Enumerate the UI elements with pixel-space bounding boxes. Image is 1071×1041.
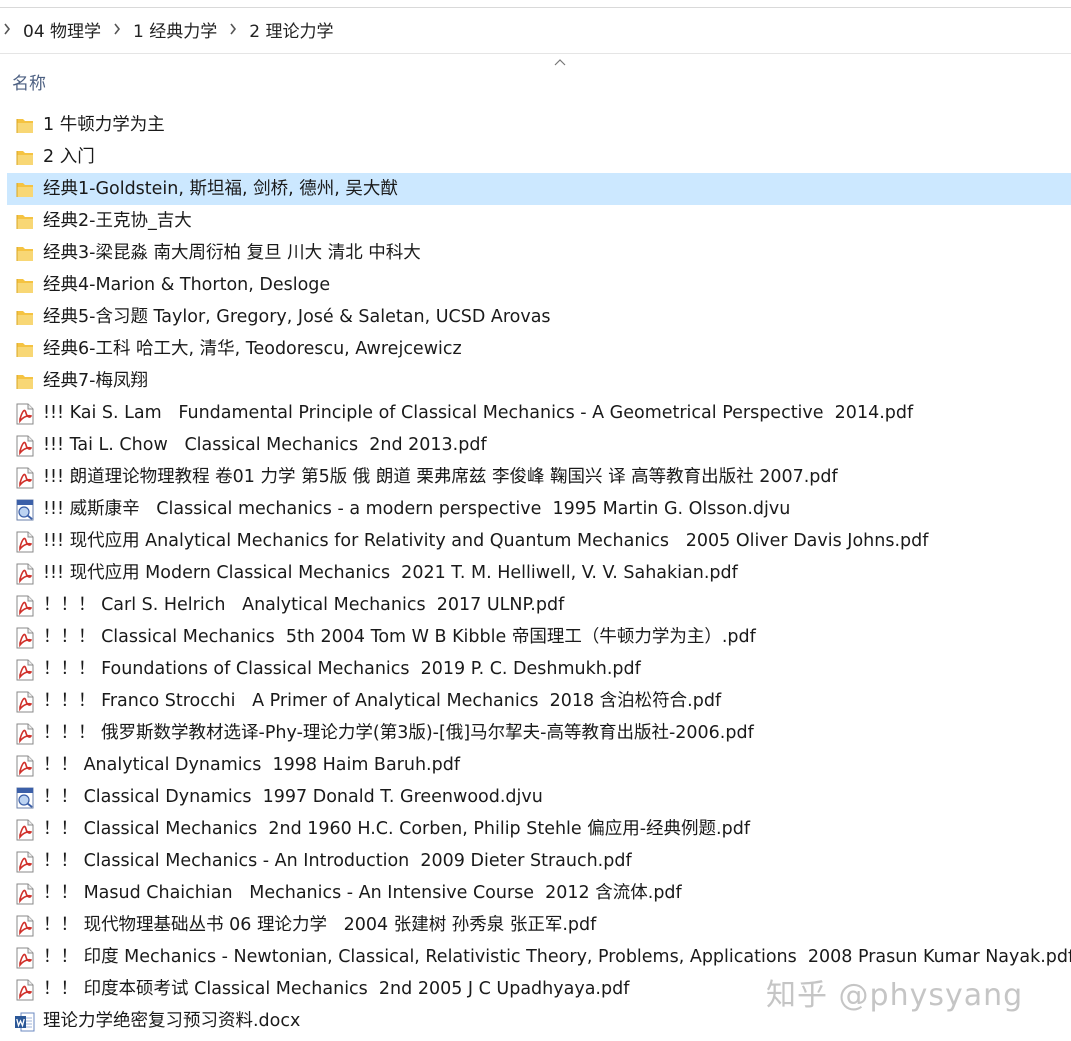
file-name: ！！ Classical Dynamics 1997 Donald T. Gre… xyxy=(43,787,543,807)
file-name: 经典7-梅凤翔 xyxy=(43,371,148,391)
pdf-file-icon xyxy=(14,819,36,841)
file-name: !!! 朗道理论物理教程 卷01 力学 第5版 俄 朗道 栗弗席兹 李俊峰 鞠国… xyxy=(43,467,838,487)
watermark-text: 知乎 @physyang xyxy=(766,978,1024,1013)
chevron-right-icon[interactable] xyxy=(229,23,237,35)
folder-icon xyxy=(14,339,36,361)
chevron-right-icon[interactable] xyxy=(3,23,11,35)
pdf-file-icon xyxy=(14,851,36,873)
file-name: ！！ 印度本硕考试 Classical Mechanics 2nd 2005 J… xyxy=(43,979,630,999)
breadcrumb-item-classical-mechanics[interactable]: 1 经典力学 xyxy=(133,17,217,42)
folder-row[interactable]: 经典7-梅凤翔 xyxy=(7,365,1071,397)
file-name: ！！！ Foundations of Classical Mechanics 2… xyxy=(43,659,641,679)
djvu-file-icon xyxy=(14,499,36,521)
file-name: ！！ Masud Chaichian Mechanics - An Intens… xyxy=(43,883,682,903)
file-row[interactable]: !!! Kai S. Lam Fundamental Principle of … xyxy=(7,397,1071,429)
file-name: ！！ 现代物理基础丛书 06 理论力学 2004 张建树 孙秀泉 张正军.pdf xyxy=(43,915,597,935)
file-name: 经典3-梁昆淼 南大周衍柏 复旦 川大 清北 中科大 xyxy=(43,243,421,263)
file-name: !!! Tai L. Chow Classical Mechanics 2nd … xyxy=(43,435,487,455)
pdf-file-icon xyxy=(14,531,36,553)
file-row[interactable]: ！！！ Foundations of Classical Mechanics 2… xyxy=(7,653,1071,685)
folder-row[interactable]: 经典6-工科 哈工大, 清华, Teodorescu, Awrejcewicz xyxy=(7,333,1071,365)
folder-row[interactable]: 2 入门 xyxy=(7,141,1071,173)
file-name: 1 牛顿力学为主 xyxy=(43,115,165,135)
pdf-file-icon xyxy=(14,915,36,937)
file-name: 理论力学绝密复习预习资料.docx xyxy=(43,1011,301,1031)
file-name: ！！！ Classical Mechanics 5th 2004 Tom W B… xyxy=(43,627,756,647)
folder-row[interactable]: 经典2-王克协_吉大 xyxy=(7,205,1071,237)
pdf-file-icon xyxy=(14,435,36,457)
header-divider xyxy=(0,53,1071,54)
file-list: 1 牛顿力学为主 2 入门经典1-Goldstein, 斯坦福, 剑桥, 德州, … xyxy=(7,109,1071,1037)
pdf-file-icon xyxy=(14,659,36,681)
pdf-file-icon xyxy=(14,563,36,585)
file-row[interactable]: ！！！ 俄罗斯数学教材选译-Phy-理论力学(第3版)-[俄]马尔挈夫-高等教育… xyxy=(7,717,1071,749)
file-row[interactable]: !!! 现代应用 Analytical Mechanics for Relati… xyxy=(7,525,1071,557)
folder-icon xyxy=(14,115,36,137)
folder-icon xyxy=(14,275,36,297)
pdf-file-icon xyxy=(14,755,36,777)
file-name: ！！ Classical Mechanics 2nd 1960 H.C. Cor… xyxy=(43,819,750,839)
djvu-file-icon xyxy=(14,787,36,809)
file-row[interactable]: ！！ Classical Mechanics 2nd 1960 H.C. Cor… xyxy=(7,813,1071,845)
file-name: !!! 威斯康辛 Classical mechanics - a modern … xyxy=(43,499,791,519)
folder-icon xyxy=(14,179,36,201)
file-name: ！！！ Carl S. Helrich Analytical Mechanics… xyxy=(43,595,565,615)
pdf-file-icon xyxy=(14,947,36,969)
sort-ascending-icon xyxy=(554,59,566,66)
pdf-file-icon xyxy=(14,627,36,649)
file-row[interactable]: ！！ Analytical Dynamics 1998 Haim Baruh.p… xyxy=(7,749,1071,781)
file-name: ！！！ 俄罗斯数学教材选译-Phy-理论力学(第3版)-[俄]马尔挈夫-高等教育… xyxy=(43,723,754,743)
file-name: 经典5-含习题 Taylor, Gregory, José & Saletan,… xyxy=(43,307,551,327)
file-row[interactable]: ！！！ Franco Strocchi A Primer of Analytic… xyxy=(7,685,1071,717)
file-name: ！！ Analytical Dynamics 1998 Haim Baruh.p… xyxy=(43,755,460,775)
file-name: ！！ 印度 Mechanics - Newtonian, Classical, … xyxy=(43,947,1071,967)
file-name: 经典2-王克协_吉大 xyxy=(43,211,192,231)
file-name: 经典4-Marion & Thorton, Desloge xyxy=(43,275,331,295)
pdf-file-icon xyxy=(14,595,36,617)
chevron-right-icon[interactable] xyxy=(113,23,121,35)
pdf-file-icon xyxy=(14,883,36,905)
pdf-file-icon xyxy=(14,467,36,489)
folder-row[interactable]: 1 牛顿力学为主 xyxy=(7,109,1071,141)
file-row[interactable]: ！！！ Classical Mechanics 5th 2004 Tom W B… xyxy=(7,621,1071,653)
file-row[interactable]: !!! Tai L. Chow Classical Mechanics 2nd … xyxy=(7,429,1071,461)
file-row[interactable]: !!! 朗道理论物理教程 卷01 力学 第5版 俄 朗道 栗弗席兹 李俊峰 鞠国… xyxy=(7,461,1071,493)
file-row[interactable]: !!! 现代应用 Modern Classical Mechanics 2021… xyxy=(7,557,1071,589)
file-row[interactable]: ！！ Classical Mechanics - An Introduction… xyxy=(7,845,1071,877)
pdf-file-icon xyxy=(14,979,36,1001)
file-name: 经典6-工科 哈工大, 清华, Teodorescu, Awrejcewicz xyxy=(43,339,462,359)
file-name: ！！！ Franco Strocchi A Primer of Analytic… xyxy=(43,691,722,711)
folder-icon xyxy=(14,147,36,169)
file-name: 2 入门 xyxy=(43,147,95,167)
breadcrumb-item-theoretical-mechanics[interactable]: 2 理论力学 xyxy=(249,17,333,42)
folder-row[interactable]: 经典1-Goldstein, 斯坦福, 剑桥, 德州, 吴大猷 xyxy=(7,173,1071,205)
folder-icon xyxy=(14,211,36,233)
folder-icon xyxy=(14,307,36,329)
top-divider xyxy=(0,7,1071,8)
folder-icon xyxy=(14,371,36,393)
file-row[interactable]: ！！！ Carl S. Helrich Analytical Mechanics… xyxy=(7,589,1071,621)
folder-row[interactable]: 经典5-含习题 Taylor, Gregory, José & Saletan,… xyxy=(7,301,1071,333)
folder-row[interactable]: 经典3-梁昆淼 南大周衍柏 复旦 川大 清北 中科大 xyxy=(7,237,1071,269)
file-row[interactable]: ！！ 现代物理基础丛书 06 理论力学 2004 张建树 孙秀泉 张正军.pdf xyxy=(7,909,1071,941)
word-file-icon xyxy=(14,1011,36,1033)
folder-row[interactable]: 经典4-Marion & Thorton, Desloge xyxy=(7,269,1071,301)
file-row[interactable]: ！！ Masud Chaichian Mechanics - An Intens… xyxy=(7,877,1071,909)
file-row[interactable]: ！！ 印度 Mechanics - Newtonian, Classical, … xyxy=(7,941,1071,973)
file-name: !!! 现代应用 Modern Classical Mechanics 2021… xyxy=(43,563,738,583)
file-row[interactable]: ！！ Classical Dynamics 1997 Donald T. Gre… xyxy=(7,781,1071,813)
column-header-name[interactable]: 名称 xyxy=(12,69,46,94)
breadcrumb-item-physics[interactable]: 04 物理学 xyxy=(23,17,101,42)
file-name: !!! Kai S. Lam Fundamental Principle of … xyxy=(43,403,914,423)
file-name: ！！ Classical Mechanics - An Introduction… xyxy=(43,851,632,871)
file-row[interactable]: !!! 威斯康辛 Classical mechanics - a modern … xyxy=(7,493,1071,525)
breadcrumb: 04 物理学 1 经典力学 2 理论力学 xyxy=(0,14,334,44)
pdf-file-icon xyxy=(14,403,36,425)
file-name: 经典1-Goldstein, 斯坦福, 剑桥, 德州, 吴大猷 xyxy=(43,179,398,199)
file-name: !!! 现代应用 Analytical Mechanics for Relati… xyxy=(43,531,929,551)
folder-icon xyxy=(14,243,36,265)
pdf-file-icon xyxy=(14,723,36,745)
pdf-file-icon xyxy=(14,691,36,713)
